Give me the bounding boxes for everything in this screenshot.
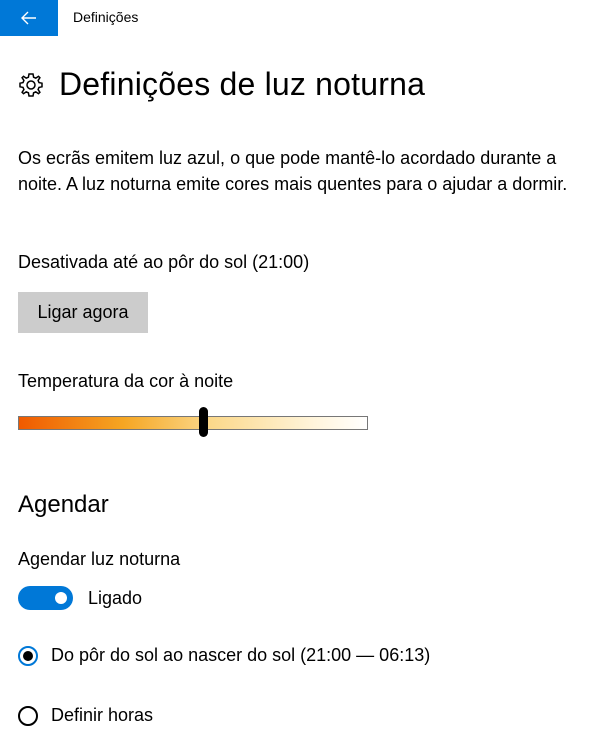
- night-light-status: Desativada até ao pôr do sol (21:00): [18, 252, 310, 272]
- gear-icon: [19, 72, 43, 97]
- radio-sunset-to-sunrise[interactable]: Do pôr do sol ao nascer do sol (21:00 — …: [18, 645, 430, 666]
- page-header: Definições de luz noturna: [18, 66, 425, 103]
- radio-set-hours[interactable]: Definir horas: [18, 705, 153, 726]
- schedule-night-light-label: Agendar luz noturna: [18, 549, 181, 569]
- color-temperature-label: Temperatura da cor à noite: [18, 371, 234, 391]
- schedule-toggle[interactable]: [18, 586, 73, 610]
- page-title: Definições de luz noturna: [59, 66, 426, 102]
- radio-selected-icon[interactable]: [18, 645, 38, 666]
- description-text: Os ecrãs emitem luz azul, o que pode man…: [18, 148, 568, 194]
- back-arrow-icon: [21, 11, 36, 25]
- color-temperature-slider[interactable]: [18, 416, 368, 430]
- turn-on-now-button[interactable]: Ligar agora: [18, 292, 148, 333]
- toggle-state-label: Ligado: [88, 588, 143, 608]
- title-bar: Definições: [0, 0, 591, 36]
- slider-thumb[interactable]: [199, 407, 208, 437]
- radio-label: Definir horas: [51, 705, 154, 725]
- radio-unselected-icon[interactable]: [18, 705, 38, 726]
- radio-label: Do pôr do sol ao nascer do sol (21:00 — …: [51, 645, 431, 665]
- window-title: Definições: [73, 9, 139, 25]
- schedule-heading: Agendar: [18, 491, 109, 518]
- back-button[interactable]: [0, 0, 58, 36]
- toggle-knob: [55, 592, 67, 604]
